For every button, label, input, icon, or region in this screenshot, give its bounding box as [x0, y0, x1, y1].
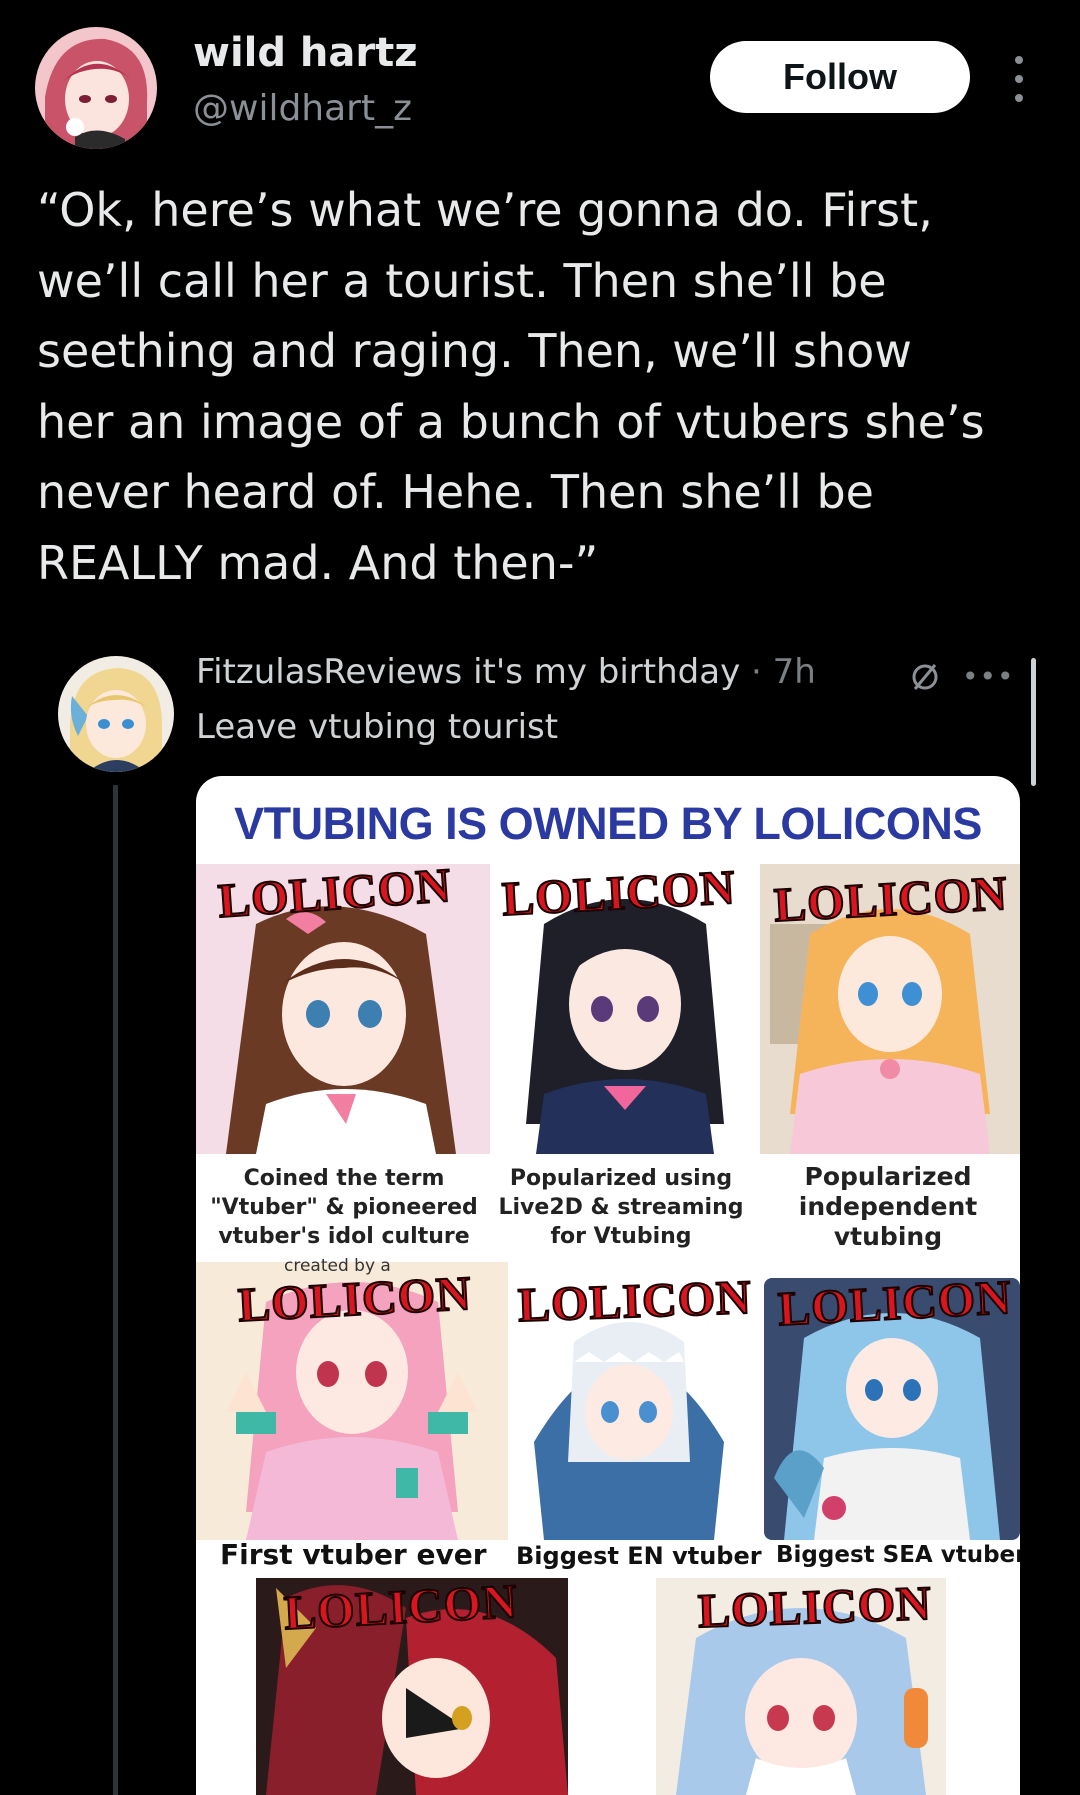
- more-dots-icon[interactable]: •••: [962, 663, 1015, 691]
- thread-line: [113, 785, 118, 1795]
- follow-button[interactable]: Follow: [710, 41, 970, 113]
- vtuber-caption-2: Popularized using Live2D & streaming for V…: [498, 1166, 744, 1249]
- vtuber-caption-4: First vtuber ever: [220, 1538, 487, 1571]
- tweet-line: “Ok, here’s what we’re gonna do. First,: [37, 183, 933, 237]
- author-avatar[interactable]: [35, 27, 157, 149]
- tweet-line: seething and raging. Then, we’ll show: [37, 324, 912, 378]
- embedded-author-name[interactable]: FitzulasReviews it's my birthday: [196, 652, 740, 692]
- tweet-line: never heard of. Hehe. Then she’ll be: [37, 465, 874, 519]
- author-name[interactable]: wild hartz: [193, 30, 418, 76]
- embedded-reply-text: Leave vtubing tourist: [196, 707, 559, 747]
- author-handle[interactable]: @wildhart_z: [193, 88, 412, 129]
- lolicon-stamp: LOLICON: [696, 1576, 933, 1639]
- slash-circle-icon[interactable]: [910, 662, 940, 692]
- more-options-icon[interactable]: [1004, 56, 1034, 102]
- embedded-avatar[interactable]: [58, 656, 174, 772]
- tweet-line: REALLY mad. And then-”: [37, 535, 599, 590]
- embedded-timestamp: · 7h: [740, 652, 816, 692]
- lolicon-stamp: LOLICON: [516, 1270, 753, 1333]
- tweet-line: her an image of a bunch of vtubers she’s: [37, 394, 985, 449]
- embedded-actions: •••: [910, 662, 1015, 692]
- scrollbar[interactable]: [1031, 658, 1036, 786]
- embedded-header: FitzulasReviews it's my birthday · 7h: [196, 652, 816, 692]
- meme-image[interactable]: VTUBING IS OWNED BY LOLICONS LOLICON LOL…: [196, 776, 1020, 1795]
- vtuber-caption-3: Popularized independent vtubing: [798, 1162, 978, 1251]
- vtuber-caption-5: Biggest EN vtuber: [516, 1542, 762, 1570]
- meme-title: VTUBING IS OWNED BY LOLICONS: [234, 798, 982, 849]
- vtuber-caption-1: Coined the term "Vtuber" & pioneered vtube…: [210, 1166, 478, 1249]
- vtuber-caption-6: Biggest SEA vtuber: [776, 1542, 1020, 1568]
- tweet-line: we’ll call her a tourist. Then she’ll be: [37, 253, 887, 308]
- tweet-text: “Ok, here’s what we’re gonna do. First, …: [37, 175, 1047, 598]
